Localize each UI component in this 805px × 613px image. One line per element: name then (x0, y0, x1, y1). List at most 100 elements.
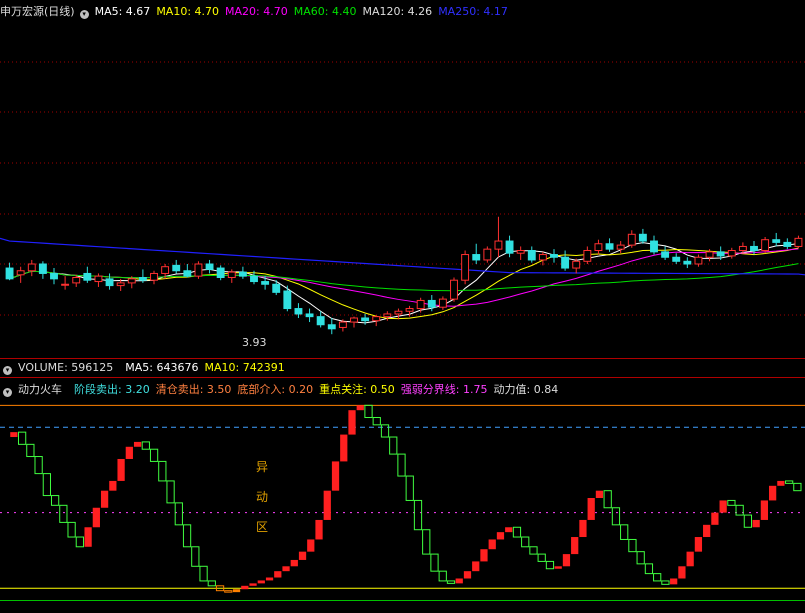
osc-bar (777, 480, 785, 486)
candle-body (227, 271, 236, 279)
osc-bar (769, 485, 777, 501)
candle-body (50, 272, 58, 280)
osc-bar (290, 559, 298, 567)
candle-body (372, 316, 381, 322)
osc-bar (727, 499, 736, 506)
osc-bar (521, 536, 530, 548)
ma-legend: MA5: 4.67 MA10: 4.70 MA20: 4.70 MA60: 4.40 M… (95, 5, 514, 18)
candle-body (405, 308, 414, 312)
candle-body (416, 299, 425, 310)
chevron-down-icon[interactable]: ▾ (79, 10, 89, 19)
osc-bar (480, 549, 488, 562)
osc-bar (191, 546, 200, 567)
ma-legend-item-4: MA120: 4.26 (362, 5, 433, 18)
osc-bar (670, 578, 678, 585)
candle-body (627, 233, 636, 246)
osc-bar (735, 504, 744, 516)
candle-body (94, 275, 103, 283)
osc-bar (75, 536, 84, 548)
osc-legend-item-4: 强弱分界线: 1.75 (400, 383, 488, 396)
candle-body (72, 277, 81, 284)
candle-body (672, 256, 681, 262)
zone-char-1: 异 (256, 460, 269, 474)
candle-body (238, 271, 247, 277)
candle-body (27, 263, 36, 272)
candle-body (794, 237, 803, 247)
ma-legend-item-5: MA250: 4.17 (438, 5, 508, 18)
osc-bar (496, 532, 505, 540)
chart-canvas (0, 61, 805, 601)
osc-bar (42, 473, 51, 497)
candle-body (350, 317, 358, 323)
candle-body (727, 250, 736, 257)
osc-bar (529, 546, 538, 555)
osc-bar (100, 490, 109, 508)
osc-bar (125, 446, 133, 459)
candle-body (5, 267, 14, 280)
candle-body (150, 272, 158, 281)
osc-bar (224, 590, 233, 593)
candle-body (716, 251, 725, 257)
candle-body (527, 250, 536, 261)
candle-body (450, 279, 458, 300)
osc-bar (50, 495, 60, 506)
candle-body (661, 251, 670, 258)
volume-label: VOLUME: 596125 (18, 361, 114, 374)
candle-body (16, 270, 25, 276)
candle-body (772, 239, 781, 243)
osc-legend-item-3: 重点关注: 0.50 (319, 383, 395, 396)
osc-bar (397, 453, 406, 477)
osc-bar (694, 537, 703, 552)
osc-bar (158, 460, 167, 482)
candle-body (494, 240, 503, 250)
panel-separator (0, 377, 805, 378)
osc-bar (298, 551, 307, 560)
osc-bar (364, 404, 373, 419)
chevron-down-icon[interactable]: ▾ (3, 366, 12, 375)
osc-bar (10, 432, 18, 438)
osc-bar (149, 448, 159, 462)
osc-bar (661, 580, 670, 585)
candle-body (705, 251, 714, 258)
candle-body (472, 254, 481, 261)
osc-bar (579, 519, 587, 538)
osc-bar (571, 537, 579, 555)
price-title: 申万宏源(日线) (0, 5, 75, 18)
candle-body (316, 316, 325, 326)
candle-body (538, 254, 547, 261)
osc-legend-item-1: 清仓卖出: 3.50 (155, 383, 232, 396)
osc-bar (380, 424, 390, 438)
osc-bar (785, 480, 794, 484)
osc-bar (413, 499, 423, 531)
candle-body (483, 248, 492, 261)
candle-body (461, 254, 470, 281)
osc-bar (430, 553, 439, 572)
ma250-line (0, 237, 805, 276)
osc-legend-item-2: 底部介入: 0.20 (237, 383, 314, 396)
osc-bar (793, 482, 802, 492)
volume-ma-item-1: MA10: 742391 (204, 361, 285, 374)
osc-legend-item-5: 动力值: 0.84 (493, 383, 559, 396)
osc-bar (117, 458, 125, 481)
osc-legend: 阶段卖出: 3.20 清仓卖出: 3.50 底部介入: 0.20 重点关注: 0.50… (74, 383, 564, 396)
candle-body (738, 245, 747, 251)
candle-body (638, 233, 647, 242)
candle-body (572, 260, 581, 269)
osc-bar (59, 504, 68, 523)
candle-body (38, 263, 47, 274)
osc-bar (644, 563, 654, 575)
chevron-down-icon[interactable]: ▾ (3, 388, 12, 397)
zone-char-2: 动 (256, 490, 269, 504)
candle-body (216, 267, 225, 278)
osc-bar (488, 539, 496, 550)
osc-bar (463, 571, 472, 579)
candle-body (694, 256, 703, 265)
osc-bar (372, 417, 381, 426)
osc-bar (653, 573, 662, 582)
osc-bar (182, 524, 192, 548)
osc-bar (207, 580, 216, 587)
osc-bar (133, 441, 142, 447)
candle-body (583, 250, 592, 262)
osc-bar (34, 456, 43, 475)
osc-bar (545, 560, 555, 570)
